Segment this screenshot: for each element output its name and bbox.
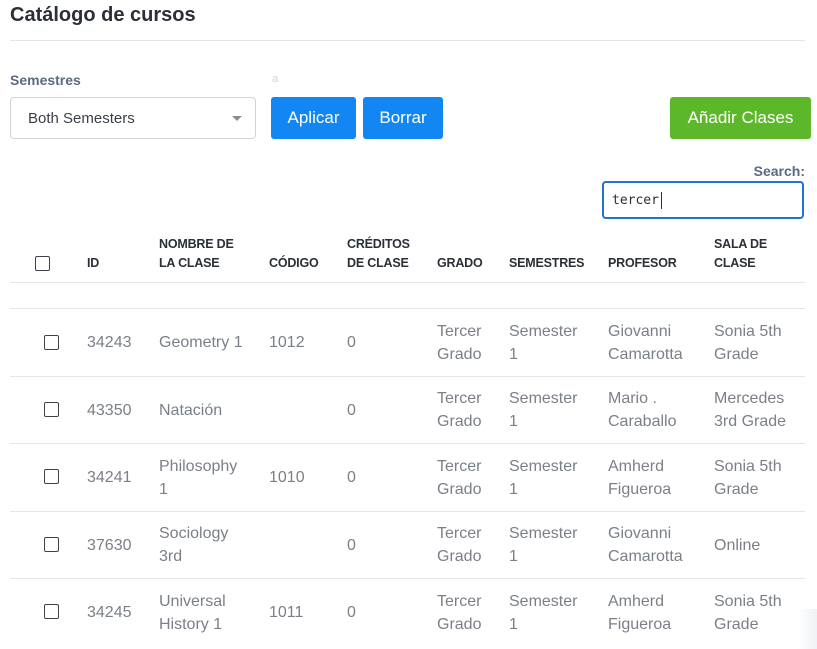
row-grade: Tercer Grado [437, 458, 482, 498]
row-semester: Semester 1 [509, 390, 578, 430]
search-input[interactable]: tercer [602, 181, 804, 219]
row-credits: 0 [347, 402, 356, 419]
search-label: Search: [753, 163, 805, 179]
header-credits-line1: CRÉDITOS [347, 237, 410, 251]
row-checkbox[interactable] [44, 537, 59, 552]
row-room: Sonia 5th Grade [714, 593, 782, 633]
row-credits: 0 [347, 334, 356, 351]
apply-button[interactable]: Aplicar [271, 97, 356, 139]
header-id[interactable]: ID [87, 254, 99, 273]
row-teacher: Amherd Figueroa [608, 593, 672, 633]
course-catalog-page: Catálogo de cursos Semestres a Both Seme… [0, 0, 817, 649]
clear-button[interactable]: Borrar [363, 97, 443, 139]
row-checkbox[interactable] [44, 604, 59, 619]
header-room-line2: CLASE [714, 256, 756, 270]
semester-select[interactable]: Both Semesters [10, 97, 256, 139]
row-grade: Tercer Grado [437, 323, 482, 363]
row-id: 43350 [87, 402, 132, 419]
row-checkbox[interactable] [44, 402, 59, 417]
header-code[interactable]: CÓDIGO [269, 254, 319, 273]
text-cursor [660, 191, 662, 209]
header-room[interactable]: SALA DE CLASE [714, 235, 767, 273]
row-divider [10, 443, 805, 444]
row-divider [10, 376, 805, 377]
row-code: 1010 [269, 469, 305, 486]
header-room-line1: SALA DE [714, 237, 768, 251]
row-divider [10, 511, 805, 512]
row-credits: 0 [347, 537, 356, 554]
row-code: 1011 [269, 604, 304, 621]
row-id: 34241 [87, 469, 132, 486]
row-code: 1012 [269, 334, 305, 351]
header-class-name[interactable]: NOMBRE DE LA CLASE [159, 235, 234, 273]
row-semester: Semester 1 [509, 525, 578, 565]
header-divider [10, 282, 805, 283]
row-teacher: Giovanni Camarotta [608, 323, 683, 363]
row-teacher: Giovanni Camarotta [608, 525, 683, 565]
row-class-name: Sociology 3rd [159, 525, 229, 565]
chevron-down-icon [232, 116, 242, 121]
row-semester: Semester 1 [509, 323, 578, 363]
header-credits[interactable]: CRÉDITOS DE CLASE [347, 235, 410, 273]
row-class-name: Natación [159, 402, 223, 419]
row-class-name: Philosophy 1 [159, 458, 238, 498]
row-room: Online [714, 537, 761, 554]
row-room: Sonia 5th Grade [714, 458, 782, 498]
row-id: 34243 [87, 334, 132, 351]
add-classes-button[interactable]: Añadir Clases [670, 97, 811, 139]
header-class-name-line2: LA CLASE [159, 256, 220, 270]
row-teacher: Mario . Caraballo [608, 390, 677, 430]
row-id: 37630 [87, 537, 132, 554]
row-id: 34245 [87, 604, 132, 621]
table-top-divider [10, 308, 805, 309]
semester-filter-label: Semestres [10, 72, 81, 88]
row-class-name: Geometry 1 [159, 334, 243, 351]
semester-select-value: Both Semesters [28, 109, 135, 127]
row-credits: 0 [347, 604, 356, 621]
row-room: Sonia 5th Grade [714, 323, 782, 363]
row-grade: Tercer Grado [437, 593, 482, 633]
row-checkbox[interactable] [44, 335, 59, 350]
header-semester[interactable]: SEMESTRES [509, 254, 585, 273]
faint-mark: a [272, 73, 279, 85]
row-teacher: Amherd Figueroa [608, 458, 672, 498]
row-grade: Tercer Grado [437, 525, 482, 565]
header-class-name-line1: NOMBRE DE [159, 237, 234, 251]
select-all-checkbox[interactable] [35, 256, 50, 271]
row-semester: Semester 1 [509, 458, 578, 498]
row-credits: 0 [347, 469, 356, 486]
title-divider [10, 40, 805, 41]
header-credits-line2: DE CLASE [347, 256, 409, 270]
row-checkbox[interactable] [44, 469, 59, 484]
row-divider [10, 578, 805, 579]
row-room: Mercedes 3rd Grade [714, 390, 787, 430]
header-grade[interactable]: GRADO [437, 254, 483, 273]
corner-shadow [797, 609, 817, 649]
search-input-value: tercer [612, 192, 659, 208]
row-class-name: Universal History 1 [159, 593, 226, 633]
header-teacher[interactable]: PROFESOR [608, 254, 677, 273]
page-title: Catálogo de cursos [10, 4, 196, 26]
row-grade: Tercer Grado [437, 390, 482, 430]
row-semester: Semester 1 [509, 593, 578, 633]
